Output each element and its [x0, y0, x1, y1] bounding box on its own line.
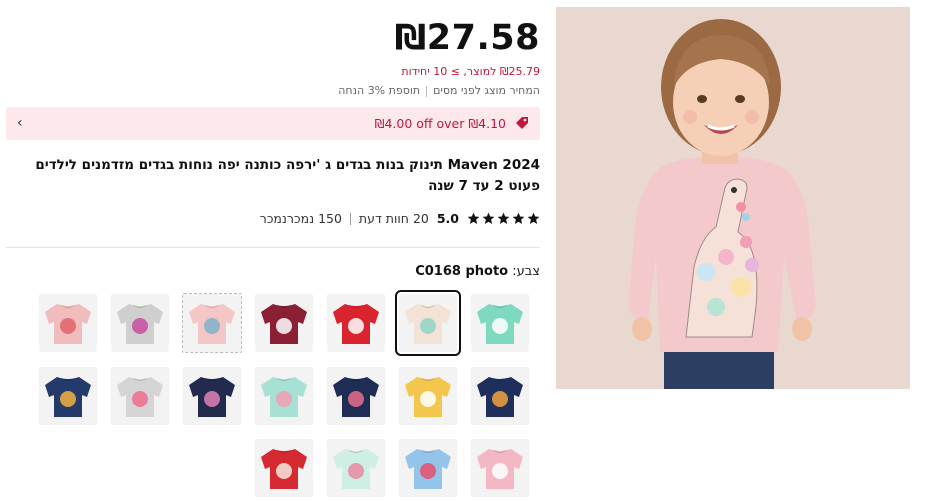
- star-icon: [527, 212, 540, 225]
- color-swatch[interactable]: [255, 439, 313, 497]
- color-swatch[interactable]: [183, 367, 241, 425]
- swatch-thumbnail: [471, 294, 529, 352]
- star-icon: [512, 212, 525, 225]
- sold-count: 150 נמכרנמכר: [259, 211, 342, 226]
- chevron-left-icon: ‹: [17, 115, 23, 131]
- color-label: צבע: C0168 photo: [415, 264, 540, 279]
- rating-row: 5.0 20 חוות דעת 150 נמכרנמכר: [260, 211, 540, 226]
- swatch-thumbnail: [255, 367, 313, 425]
- rating-score: 5.0: [436, 211, 459, 226]
- tax-note-discount: תוספת 3% הנחה: [338, 84, 421, 97]
- color-swatch[interactable]: [471, 367, 529, 425]
- tag-icon: [514, 115, 530, 131]
- product-price: ₪27.58: [394, 18, 540, 58]
- color-swatch[interactable]: [111, 367, 169, 425]
- swatch-thumbnail: [39, 294, 97, 352]
- swatch-thumbnail: [471, 367, 529, 425]
- swatch-thumbnail: [111, 367, 169, 425]
- swatch-thumbnail: [327, 367, 385, 425]
- swatch-thumbnail: [399, 439, 457, 497]
- star-icon: [467, 212, 480, 225]
- star-icon: [497, 212, 510, 225]
- promo-banner[interactable]: ‹ ₪4.00 off over ₪4.10: [6, 107, 540, 140]
- swatch-thumbnail: [255, 294, 313, 352]
- color-swatch[interactable]: [255, 294, 313, 352]
- rating-stars: [467, 212, 540, 225]
- tax-note-before-tax: המחיר מוצג לפני מסים: [433, 84, 540, 97]
- rating-separator: [349, 212, 351, 225]
- product-main-image[interactable]: [556, 7, 910, 389]
- swatch-thumbnail: [255, 439, 313, 497]
- swatch-thumbnail: [183, 294, 241, 352]
- divider: [6, 247, 540, 248]
- unit-price: ₪25.79 למוצר, ≥ 10 יחידות: [401, 65, 540, 78]
- swatch-thumbnail: [327, 439, 385, 497]
- color-swatch[interactable]: [399, 439, 457, 497]
- color-swatch[interactable]: [111, 294, 169, 352]
- swatch-thumbnail: [327, 294, 385, 352]
- swatch-thumbnail: [471, 439, 529, 497]
- color-swatch[interactable]: [471, 294, 529, 352]
- color-swatch[interactable]: [399, 367, 457, 425]
- product-title: Maven 2024 תינוק בנות בגדים ג 'ירפה כותנ…: [35, 157, 540, 194]
- swatch-thumbnail: [399, 367, 457, 425]
- color-swatch-selected[interactable]: [395, 290, 461, 356]
- swatch-thumbnail: [183, 367, 241, 425]
- swatch-thumbnail: [111, 294, 169, 352]
- color-swatch[interactable]: [39, 367, 97, 425]
- swatch-thumbnail: [39, 367, 97, 425]
- color-value: C0168 photo: [415, 264, 509, 279]
- color-swatch[interactable]: [39, 294, 97, 352]
- color-swatch[interactable]: [327, 367, 385, 425]
- color-swatch[interactable]: [327, 294, 385, 352]
- swatch-thumbnail: [399, 294, 457, 352]
- color-label-title: צבע:: [512, 264, 540, 279]
- tax-note-separator: [426, 85, 428, 97]
- review-count[interactable]: 20 חוות דעת: [359, 211, 429, 226]
- tax-note: המחיר מוצג לפני מסים תוספת 3% הנחה: [338, 84, 540, 97]
- color-swatch[interactable]: [327, 439, 385, 497]
- promo-text: ₪4.00 off over ₪4.10: [374, 116, 506, 131]
- star-icon: [482, 212, 495, 225]
- color-swatch[interactable]: [471, 439, 529, 497]
- color-swatch[interactable]: [182, 293, 242, 353]
- color-swatch[interactable]: [255, 367, 313, 425]
